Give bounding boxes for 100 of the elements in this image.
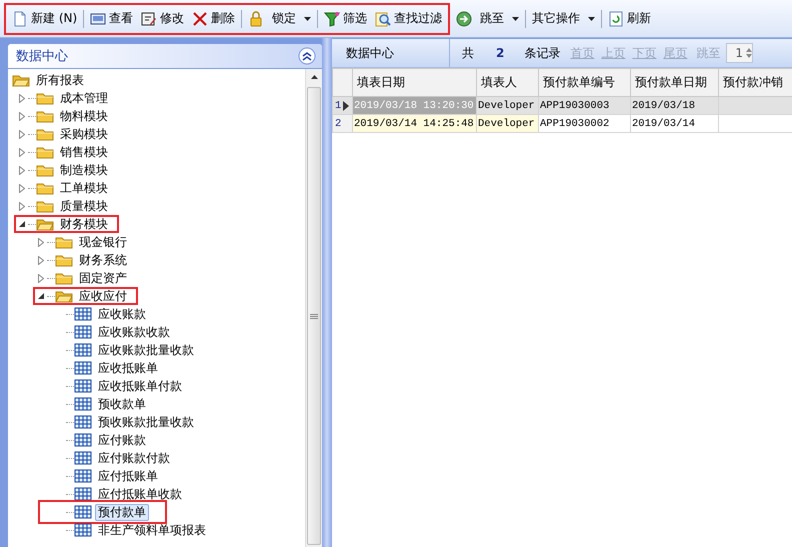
tree-item[interactable]: 成本管理 [57, 90, 111, 106]
tree-item[interactable]: 应收账款收款 [95, 324, 173, 340]
column-header[interactable]: 预付款单编号 [538, 68, 630, 96]
tree-item[interactable]: 制造模块 [57, 162, 111, 178]
tree-item[interactable]: 应收账款 [95, 306, 149, 322]
scrollbar-thumb[interactable] [307, 87, 321, 545]
spin-arrows-icon [746, 48, 752, 58]
table-cell: APP19030002 [540, 118, 610, 130]
table-cell: Developer [478, 118, 535, 130]
tree-item[interactable]: 工单模块 [57, 180, 111, 196]
table-icon [74, 469, 92, 483]
tree-item[interactable]: 预收账款批量收款 [95, 414, 197, 430]
cross-icon [192, 10, 208, 26]
table-icon [74, 343, 92, 357]
tree-item[interactable]: 非生产领料单项报表 [95, 522, 209, 538]
record-count: 2 [496, 46, 504, 60]
tree-item[interactable]: 财务模块 [57, 216, 111, 232]
collapsed-arrow-icon[interactable] [19, 202, 25, 210]
tree-item[interactable]: 采购模块 [57, 126, 111, 142]
total-label: 共 [462, 44, 474, 62]
caret-icon [588, 16, 596, 20]
toolbar-button[interactable]: 其它操作 [528, 6, 600, 32]
grip-icon [310, 314, 318, 318]
total-label: 条记录 [524, 44, 560, 62]
scroll-up-icon [310, 75, 318, 79]
document-icon [12, 10, 28, 26]
table-icon [74, 379, 92, 393]
tree-item[interactable]: 应付抵账单 [95, 468, 161, 484]
panel-title: 数据中心 [332, 39, 450, 67]
folder-icon [36, 145, 54, 159]
folder-icon [55, 271, 73, 285]
collapse-icon[interactable] [298, 47, 316, 65]
caret-icon [304, 16, 312, 20]
tree-item[interactable]: 销售模块 [57, 144, 111, 160]
tree-item[interactable]: 应收账款批量收款 [95, 342, 197, 358]
column-header[interactable]: 填表日期 [352, 68, 476, 96]
tree-item[interactable]: 应付抵账单收款 [95, 486, 185, 502]
table-icon [74, 415, 92, 429]
tree-item[interactable]: 应收抵账单 [95, 360, 161, 376]
toolbar-button[interactable]: 刷新 [604, 6, 656, 32]
open-folder-icon [55, 289, 73, 303]
table-cell: 2019/03/18 [632, 100, 696, 112]
folder-icon [36, 91, 54, 105]
table-row[interactable]: 2 2019/03/14 14:25:48 Developer APP19030002 2019/03/14 [332, 114, 792, 132]
folder-icon [55, 253, 73, 267]
toolbar-button[interactable]: 锁定 [244, 6, 316, 32]
toolbar-button[interactable]: 跳至 [452, 6, 524, 32]
collapsed-arrow-icon[interactable] [38, 274, 44, 282]
expanded-arrow-icon[interactable] [38, 293, 44, 299]
collapsed-arrow-icon[interactable] [19, 166, 25, 174]
collapsed-arrow-icon[interactable] [19, 148, 25, 156]
table-cell: 2019/03/14 14:25:48 [354, 118, 474, 130]
toolbar-button[interactable]: 查找过滤 [371, 6, 446, 32]
refresh-icon [608, 10, 624, 26]
toolbar-button[interactable]: 新建 (N) [8, 6, 82, 32]
table-cell: APP19030003 [540, 100, 610, 112]
column-header[interactable]: 预付款单日期 [630, 68, 718, 96]
tree-item[interactable]: 应收抵账单付款 [95, 378, 185, 394]
tree-item[interactable]: 质量模块 [57, 198, 111, 214]
tree-item[interactable]: 预付款单 [95, 504, 149, 520]
column-header[interactable]: 预付款冲销 [718, 68, 792, 96]
table-cell: Developer [478, 100, 535, 112]
table-icon [74, 325, 92, 339]
tree-item[interactable]: 应付账款 [95, 432, 149, 448]
collapsed-arrow-icon[interactable] [38, 256, 44, 264]
toolbar-button[interactable]: 修改 [137, 6, 188, 32]
toolbar-button[interactable]: 删除 [188, 6, 240, 32]
edit-icon [141, 10, 158, 26]
tree-item[interactable]: 所有报表 [33, 72, 87, 88]
tree-item[interactable]: 应收应付 [76, 288, 130, 304]
collapsed-arrow-icon[interactable] [19, 112, 25, 120]
table-icon [74, 487, 92, 501]
collapsed-arrow-icon[interactable] [19, 184, 25, 192]
expanded-arrow-icon[interactable] [19, 221, 25, 227]
tree-item[interactable]: 物料模块 [57, 108, 111, 124]
column-header[interactable]: 填表人 [476, 68, 538, 96]
tree-item[interactable]: 固定资产 [76, 270, 130, 286]
tree-item[interactable]: 预收款单 [95, 396, 149, 412]
toolbar-button[interactable]: 查看 [86, 6, 138, 32]
table-icon [74, 505, 92, 519]
collapsed-arrow-icon[interactable] [38, 238, 44, 246]
toolbar-button[interactable]: 筛选 [320, 6, 372, 32]
tree-item[interactable]: 财务系统 [76, 252, 130, 268]
row-number: 1 [335, 100, 342, 112]
tree-item[interactable]: 现金银行 [76, 234, 130, 250]
table-row[interactable]: 1 2019/03/18 13:20:30 Developer APP19030003 2019/03/18 [332, 96, 792, 114]
collapsed-arrow-icon[interactable] [19, 130, 25, 138]
tree-item[interactable]: 应付账款付款 [95, 450, 173, 466]
panel-title: 数据中心 [16, 48, 68, 65]
table-cell: 2019/03/18 13:20:30 [354, 100, 474, 112]
folder-icon [36, 181, 54, 195]
table-icon [74, 361, 92, 375]
magnifier-icon [375, 10, 392, 26]
jump-label: 跳至 [696, 44, 720, 62]
table-cell: 2019/03/14 [632, 118, 696, 130]
table-icon [74, 433, 92, 447]
collapsed-arrow-icon[interactable] [19, 94, 25, 102]
current-row-icon [343, 100, 350, 110]
folder-icon [36, 199, 54, 213]
folder-icon [36, 127, 54, 141]
